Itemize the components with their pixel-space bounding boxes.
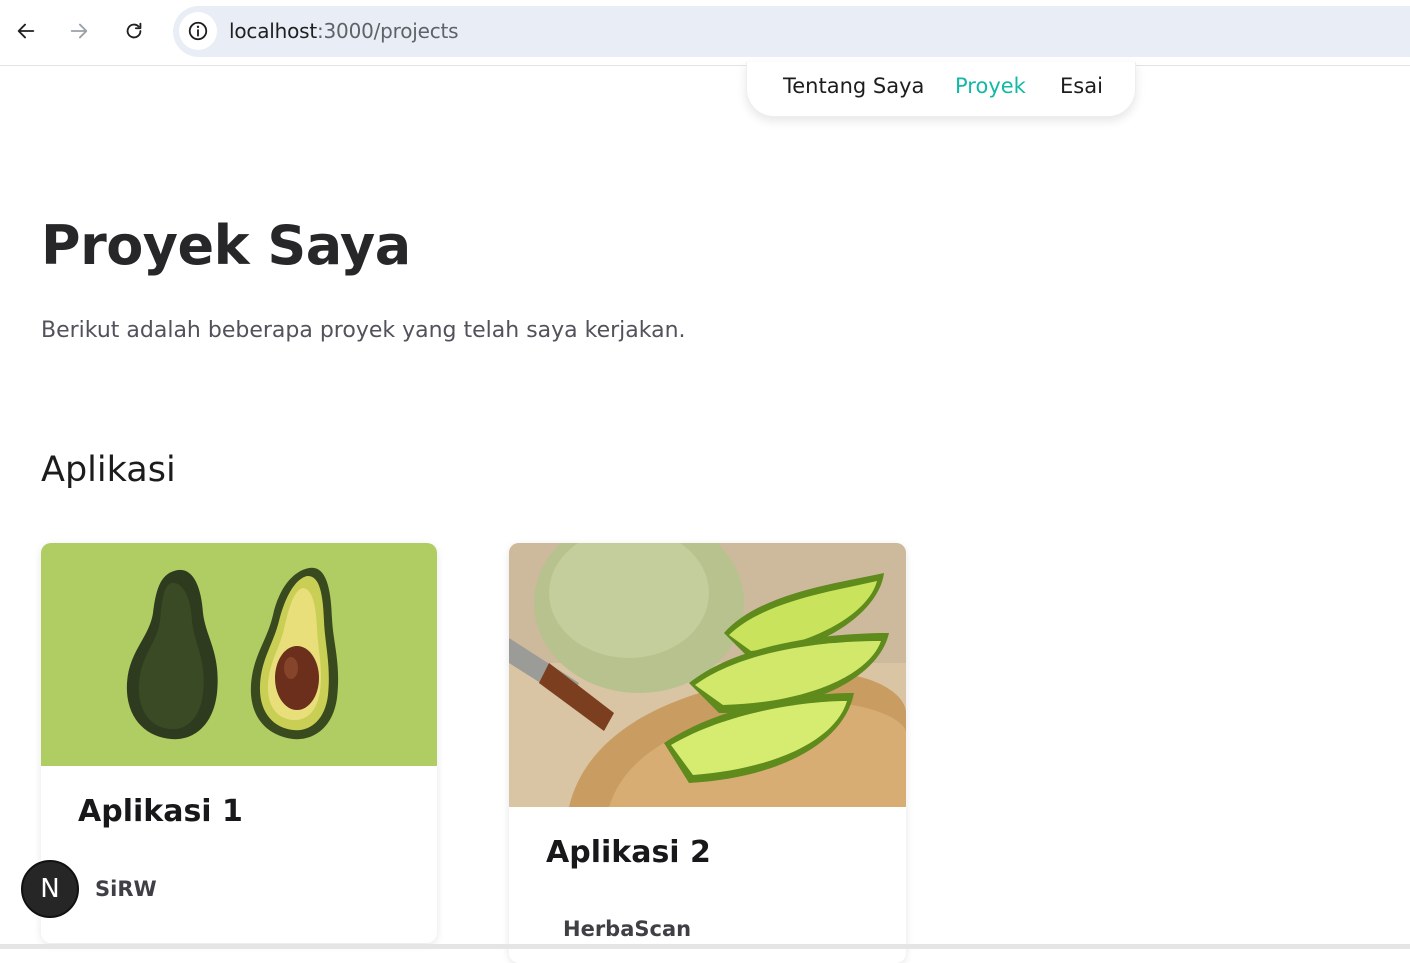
nav-link-proyek[interactable]: Proyek: [955, 74, 1026, 98]
url-host: localhost: [229, 19, 317, 43]
card-subtitle: SiRW: [95, 877, 157, 901]
info-icon: [188, 21, 208, 41]
card-subtitle: HerbaScan: [563, 917, 692, 941]
page-bottom-edge: [0, 944, 1410, 949]
project-card[interactable]: Aplikasi 1 SiRW: [41, 543, 437, 943]
url-path: :3000/projects: [316, 19, 459, 43]
site-nav: Tentang Saya Proyek Esai: [746, 62, 1136, 117]
project-card[interactable]: Aplikasi 2 HerbaScan: [509, 543, 906, 963]
nextjs-dev-badge[interactable]: N: [21, 860, 79, 918]
nav-link-esai[interactable]: Esai: [1060, 74, 1103, 98]
card-title: Aplikasi 1: [78, 794, 243, 829]
url-text[interactable]: localhost:3000/projects: [229, 19, 459, 43]
section-title: Aplikasi: [41, 450, 176, 490]
melon-image: [509, 543, 906, 807]
arrow-right-icon: [70, 23, 88, 39]
forward-button[interactable]: [64, 16, 94, 46]
browser-toolbar: localhost:3000/projects: [0, 0, 1410, 66]
back-button[interactable]: [11, 16, 41, 46]
nav-link-tentang-saya[interactable]: Tentang Saya: [783, 74, 924, 98]
page-title: Proyek Saya: [41, 214, 411, 277]
address-bar[interactable]: localhost:3000/projects: [173, 6, 1410, 57]
reload-icon: [126, 22, 142, 39]
avocado-image: [41, 543, 437, 766]
page-description: Berikut adalah beberapa proyek yang tela…: [41, 318, 686, 343]
card-title: Aplikasi 2: [546, 835, 711, 870]
site-info-button[interactable]: [179, 12, 217, 50]
reload-button[interactable]: [119, 16, 149, 46]
dev-badge-letter: N: [40, 874, 60, 904]
arrow-left-icon: [17, 23, 35, 39]
